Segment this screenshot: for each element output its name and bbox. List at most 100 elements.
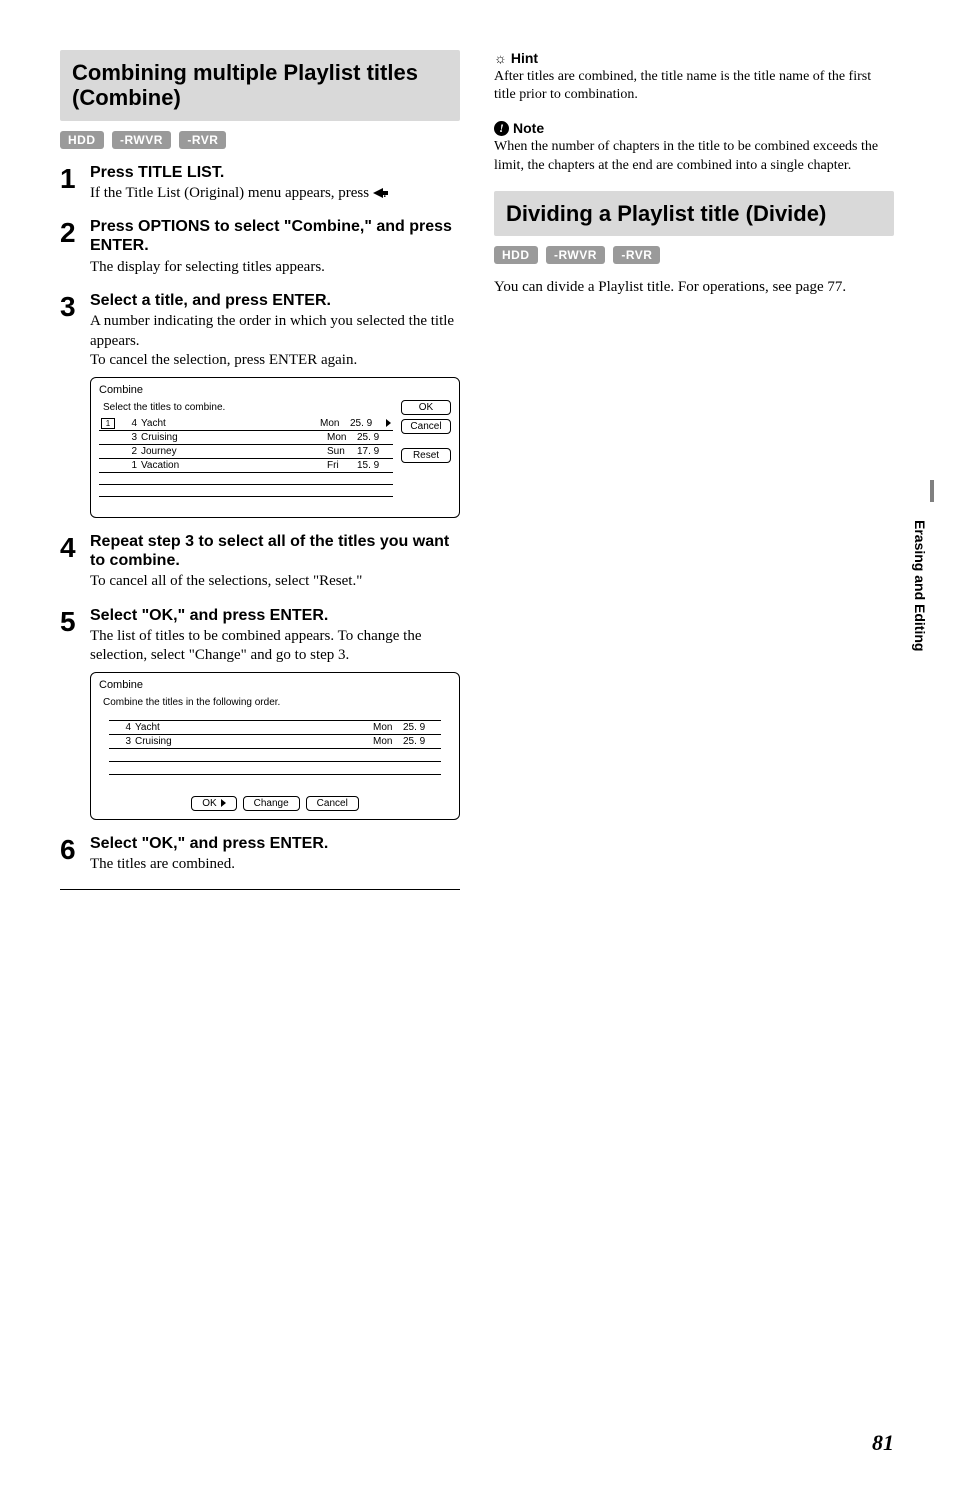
dialog-row-num: 3 [123,432,137,443]
dialog-row [109,762,441,775]
dialog-row: 1 4 Yacht Mon 25. 9 [99,417,393,431]
dialog-row-title: Vacation [141,460,327,471]
dialog-row-day: Mon [327,432,357,443]
dialog-row-day: Sun [327,446,357,457]
step-6: 6 Select "OK," and press ENTER. The titl… [60,834,460,875]
divide-body-text: You can divide a Playlist title. For ope… [494,278,894,298]
dialog-row: 3 Cruising Mon 25. 9 [109,735,441,749]
badges-row-right: HDD -RWVR -RVR [494,246,894,264]
dialog-title: Combine [99,679,451,691]
step-title: Repeat step 3 to select all of the title… [90,532,460,570]
dialog-row-num: 2 [123,446,137,457]
dialog-row-title: Journey [141,446,327,457]
arrow-left-icon [373,188,383,198]
step-desc: To cancel all of the selections, select … [90,572,460,592]
dialog-reset-button: Reset [401,448,451,463]
dialog-row-num: 4 [123,418,137,429]
dialog-row-sel: 1 [101,418,115,429]
dialog-row-num: 3 [113,736,131,747]
dialog-row-date: 25. 9 [357,432,391,443]
step-number: 5 [60,606,90,666]
note-text: When the number of chapters in the title… [494,138,894,174]
dialog-row-date: 15. 9 [357,460,391,471]
badge-hdd: HDD [494,246,538,264]
section-header-divide: Dividing a Playlist title (Divide) [494,191,894,236]
note-label: ! Note [494,120,894,136]
dialog-cancel-button: Cancel [306,796,359,811]
dialog-row-title: Cruising [135,736,373,747]
dialog-row-sel [101,446,115,457]
dialog-row [99,485,393,497]
side-label: Erasing and Editing [912,520,928,651]
badge-hdd: HDD [60,131,104,149]
dialog-row-date: 25. 9 [350,418,384,429]
dialog-row-sel [101,432,115,443]
dialog-ok-button: OK [401,400,451,415]
dialog-row-num: 4 [113,722,131,733]
note-icon: ! [494,121,509,136]
step-title: Press OPTIONS to select "Combine," and p… [90,217,460,255]
step-number: 1 [60,163,90,204]
dialog-row: 3 Cruising Mon 25. 9 [99,431,393,445]
dialog-row-sel [101,460,115,471]
step-title: Press TITLE LIST. [90,163,460,182]
dialog-row [109,749,441,762]
step-title: Select "OK," and press ENTER. [90,606,460,625]
step-desc: The display for selecting titles appears… [90,258,460,278]
dialog-row-day: Mon [373,736,403,747]
badge-rvr: -RVR [613,246,660,264]
dialog-row-num: 1 [123,460,137,471]
step-desc: The titles are combined. [90,855,460,875]
dialog-row-title: Yacht [141,418,320,429]
scroll-arrow-icon [386,419,391,427]
step-desc: The list of titles to be combined appear… [90,627,460,666]
dialog-row-day: Fri [327,460,357,471]
badges-row-left: HDD -RWVR -RVR [60,131,460,149]
step-number: 6 [60,834,90,875]
hint-text: After titles are combined, the title nam… [494,68,894,104]
section-header-combine: Combining multiple Playlist titles (Comb… [60,50,460,121]
dialog-row-date: 25. 9 [403,736,437,747]
step-3: 3 Select a title, and press ENTER. A num… [60,291,460,371]
step-5: 5 Select "OK," and press ENTER. The list… [60,606,460,666]
step-4: 4 Repeat step 3 to select all of the tit… [60,532,460,592]
dialog-row-date: 17. 9 [357,446,391,457]
dialog-instruction: Combine the titles in the following orde… [99,695,451,712]
step-desc: A number indicating the order in which y… [90,312,460,371]
dialog-row [99,473,393,485]
step-number: 2 [60,217,90,277]
dialog-row [109,775,441,788]
badge-rwvr: -RWVR [546,246,605,264]
dialog-row-day: Mon [320,418,350,429]
combine-select-dialog: Combine Select the titles to combine. 1 … [90,377,460,518]
step-desc: If the Title List (Original) menu appear… [90,184,460,204]
hint-icon [494,50,507,66]
dialog-row-day: Mon [373,722,403,733]
dialog-instruction: Select the titles to combine. [99,400,393,417]
step-2: 2 Press OPTIONS to select "Combine," and… [60,217,460,277]
step-title: Select a title, and press ENTER. [90,291,460,310]
dialog-cancel-button: Cancel [401,419,451,434]
dialog-row-title: Cruising [141,432,327,443]
dialog-ok-button: OK [191,796,236,811]
dialog-row: 2 Journey Sun 17. 9 [99,445,393,459]
step-number: 3 [60,291,90,371]
badge-rvr: -RVR [179,131,226,149]
dialog-row-date: 25. 9 [403,722,437,733]
combine-confirm-dialog: Combine Combine the titles in the follow… [90,672,460,820]
dialog-row: 1 Vacation Fri 15. 9 [99,459,393,473]
dialog-row-title: Yacht [135,722,373,733]
step-number: 4 [60,532,90,592]
side-tab-marker [930,480,934,502]
badge-rwvr: -RWVR [112,131,171,149]
section-title: Combining multiple Playlist titles (Comb… [72,60,448,111]
hint-label: Hint [494,50,894,66]
chevron-right-icon [221,799,226,807]
dialog-change-button: Change [243,796,300,811]
dialog-row: 4 Yacht Mon 25. 9 [109,720,441,735]
page-number: 81 [872,1430,894,1456]
dialog-title: Combine [99,384,451,396]
step-title: Select "OK," and press ENTER. [90,834,460,853]
section-title: Dividing a Playlist title (Divide) [506,201,882,226]
step-1: 1 Press TITLE LIST. If the Title List (O… [60,163,460,204]
